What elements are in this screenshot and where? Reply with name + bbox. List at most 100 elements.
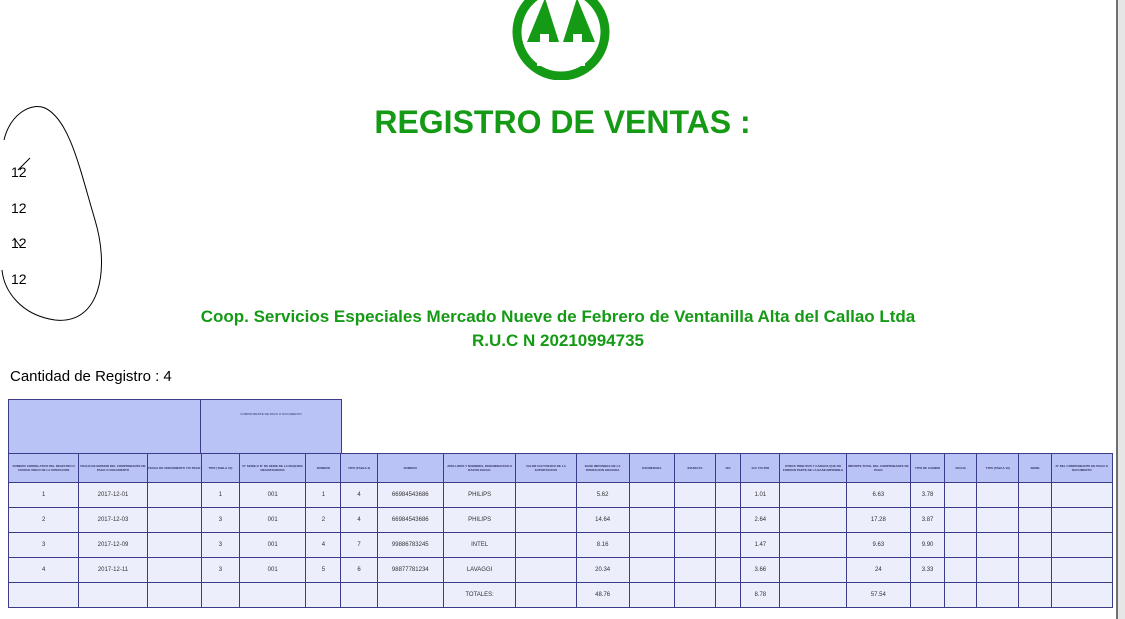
table-row: 2 2017-12-03 3 001 2 4 66984543686 PHILIPS 14.64… [7, 507, 1114, 533]
table-cell: 2 [7, 507, 80, 533]
twin-pine-trees-logo-icon [512, 0, 610, 80]
table-cell [628, 507, 675, 533]
table-cell [673, 482, 717, 508]
header-block-comprobante: COMPROBANTE DE PAGO O DOCUMENTO [200, 399, 342, 454]
table-cell [628, 582, 675, 608]
table-cell [305, 582, 342, 608]
table-cell: 66984543686 [376, 507, 444, 533]
table-cell: 8.78 [740, 582, 781, 608]
table-row: 4 2017-12-11 3 001 5 6 98877781234 LAVAGGI 20.34… [7, 557, 1114, 583]
table-cell [715, 507, 742, 533]
table-cell [976, 582, 1020, 608]
table-cell: 6 [340, 557, 378, 583]
column-header: FECHA [944, 453, 978, 483]
page-edge [1116, 0, 1125, 619]
table-cell [976, 532, 1020, 558]
column-header: FECHA DE EMISION DEL COMPROBANTE DE PAGO… [78, 453, 148, 483]
table-cell [7, 582, 80, 608]
side-number: 12 [11, 200, 27, 216]
table-cell: 2017-12-03 [78, 507, 148, 533]
table-cell [673, 582, 717, 608]
table-cell [239, 582, 307, 608]
table-cell: 2.64 [740, 507, 781, 533]
table-cell: 9.63 [845, 532, 911, 558]
table-cell: 4 [340, 482, 378, 508]
column-header: BASE IMPONIBLE DE LA OPERACION GRAVADA [575, 453, 630, 483]
column-header: TIPO (TABLA 10) [200, 453, 241, 483]
table-cell [1050, 582, 1114, 608]
column-header: NUMERO [305, 453, 342, 483]
column-header: TIPO DE CAMBIO [909, 453, 946, 483]
table-cell: 3 [200, 507, 241, 533]
side-number: 12 [11, 235, 27, 251]
table-cell: 7 [340, 532, 378, 558]
table-cell: TOTALES: [442, 582, 517, 608]
table-cell [944, 507, 978, 533]
table-cell: 20.34 [575, 557, 630, 583]
table-cell: 1.47 [740, 532, 781, 558]
table-cell: 1 [7, 482, 80, 508]
table-cell [715, 532, 742, 558]
table-cell: 1 [200, 482, 241, 508]
table-cell: 001 [239, 532, 307, 558]
table-cell: INTEL [442, 532, 517, 558]
column-header: ISC [715, 453, 742, 483]
table-cell [1050, 557, 1114, 583]
table-cell [1050, 532, 1114, 558]
table-cell [340, 582, 378, 608]
table-cell [1018, 582, 1052, 608]
table-cell [146, 557, 202, 583]
table-cell: 17.28 [845, 507, 911, 533]
table-cell: 3.78 [909, 482, 946, 508]
table-cell [200, 582, 241, 608]
table-cell [779, 482, 847, 508]
table-cell: 4 [340, 507, 378, 533]
table-cell [976, 507, 1020, 533]
side-number: 12 [11, 164, 27, 180]
table-cell [515, 582, 577, 608]
table-cell [628, 482, 675, 508]
table-body: 1 2017-12-01 1 001 1 4 66984543686 PHILIPS 5.62 1… [7, 482, 1114, 608]
company-name: Coop. Servicios Especiales Mercado Nueve… [200, 307, 916, 326]
table-cell [515, 482, 577, 508]
column-header: EXONERADA [628, 453, 675, 483]
table-cell: 001 [239, 557, 307, 583]
table-cell: 57.54 [845, 582, 911, 608]
table-cell [673, 507, 717, 533]
table-cell: LAVAGGI [442, 557, 517, 583]
table-cell: 2017-12-11 [78, 557, 148, 583]
table-cell: 24 [845, 557, 911, 583]
sales-register-table: NUMERO CORRELATIVO DEL REGISTRO O CODIGO… [7, 453, 1114, 608]
table-cell [944, 482, 978, 508]
table-cell [376, 582, 444, 608]
table-cell [715, 482, 742, 508]
column-header: SERIE [1018, 453, 1052, 483]
table-cell: 001 [239, 482, 307, 508]
side-number: 12 [11, 271, 27, 287]
table-cell: 66984543686 [376, 482, 444, 508]
table-cell [515, 557, 577, 583]
table-cell: 3.66 [740, 557, 781, 583]
table-cell [1050, 507, 1114, 533]
column-header: FECHA DE VENCIMIENTO Y/O PAGO [146, 453, 202, 483]
table-cell [673, 532, 717, 558]
table-cell [715, 582, 742, 608]
table-cell: 1 [305, 482, 342, 508]
company-ruc: R.U.C N 20210994735 [471, 331, 644, 350]
table-header-row: NUMERO CORRELATIVO DEL REGISTRO O CODIGO… [7, 453, 1114, 483]
table-cell [779, 507, 847, 533]
table-cell [146, 532, 202, 558]
table-cell: 48.76 [575, 582, 630, 608]
table-cell: 6.63 [845, 482, 911, 508]
table-cell: 14.64 [575, 507, 630, 533]
table-cell: 2017-12-09 [78, 532, 148, 558]
table-cell [1018, 532, 1052, 558]
table-cell: 3.33 [909, 557, 946, 583]
table-cell: 99886783245 [376, 532, 444, 558]
table-cell: PHILIPS [442, 482, 517, 508]
table-cell: 001 [239, 507, 307, 533]
table-cell: 3 [200, 532, 241, 558]
table-cell [976, 482, 1020, 508]
table-cell [1018, 557, 1052, 583]
table-cell: 5 [305, 557, 342, 583]
